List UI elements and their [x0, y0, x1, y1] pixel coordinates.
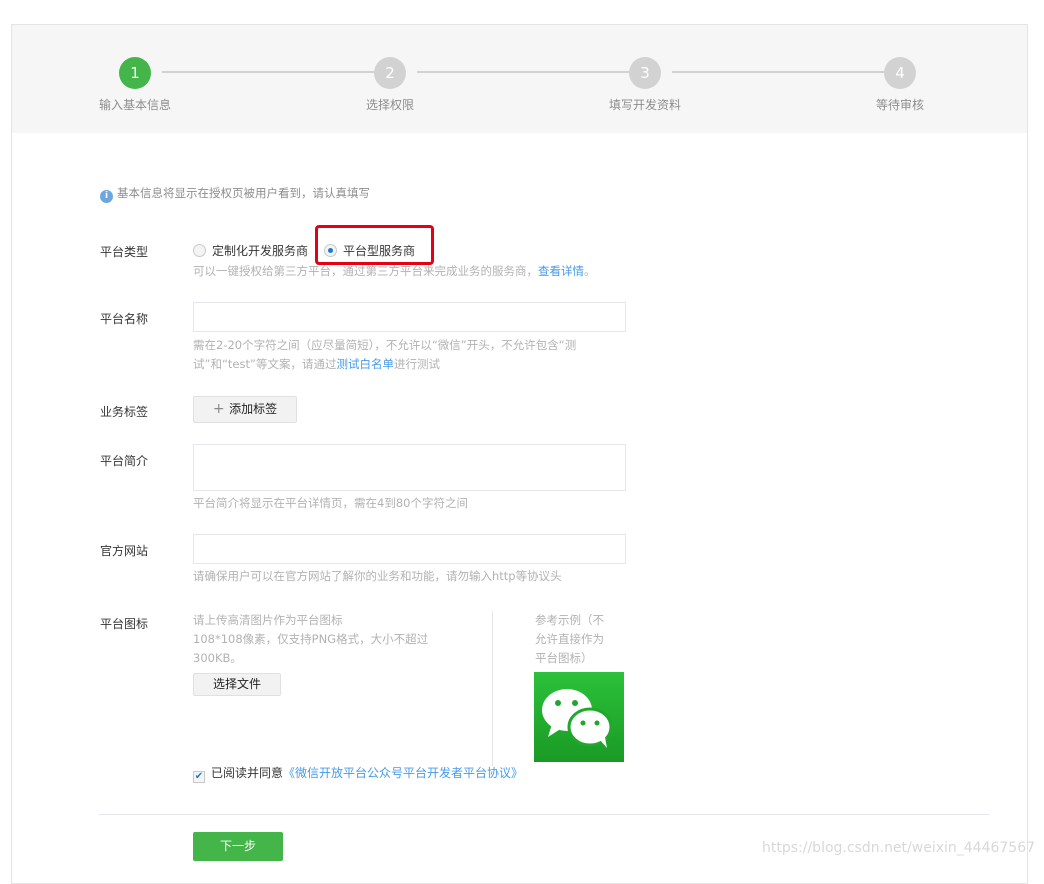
radio-label: 定制化开发服务商 [212, 244, 309, 258]
tip-line: 需在2-20个字符之间（应尽量简短），不允许以“微信”开头，不允许包含“测 [193, 338, 577, 352]
radio-icon[interactable] [193, 244, 206, 257]
watermark: https://blog.csdn.net/weixin_44467567 [762, 840, 1036, 856]
intro-tip: 平台简介将显示在平台详情页，需在4到80个字符之间 [193, 496, 468, 510]
intro-label: 平台简介 [100, 454, 149, 468]
info-icon: i [100, 190, 113, 203]
website-input[interactable] [193, 534, 626, 564]
plus-icon: + [212, 401, 230, 417]
business-tags-label: 业务标签 [100, 405, 149, 419]
footer-divider [99, 814, 990, 815]
radio-custom[interactable]: 定制化开发服务商 [193, 242, 308, 259]
platform-name-tip: 需在2-20个字符之间（应尽量简短），不允许以“微信”开头，不允许包含“测 试”和… [193, 336, 633, 374]
caption-line: 平台图标） [535, 651, 593, 665]
tip-end: 进行测试 [393, 357, 440, 371]
example-caption: 参考示例（不 允许直接作为 平台图标） [535, 611, 604, 668]
highlight-box [315, 225, 434, 265]
step-1-circle: 1 [119, 57, 151, 89]
website-tip: 请确保用户可以在官方网站了解你的业务和功能，请勿输入http等协议头 [193, 569, 562, 583]
notice-text: 基本信息将显示在授权页被用户看到，请认真填写 [117, 186, 370, 200]
desc-line: 108*108像素，仅支持PNG格式，大小不超过 [193, 632, 429, 646]
caption-line: 允许直接作为 [535, 632, 604, 646]
agreement-link[interactable]: 《微信开放平台公众号平台开发者平台协议》 [283, 766, 523, 780]
step-connector [162, 71, 374, 73]
step-connector [417, 71, 629, 73]
test-whitelist-link[interactable]: 测试白名单 [336, 357, 394, 371]
step-2-label: 选择权限 [365, 98, 414, 112]
wechat-example-icon [534, 672, 624, 762]
add-tag-label: 添加标签 [229, 402, 278, 416]
platform-type-label: 平台类型 [100, 245, 149, 259]
platform-type-tip: 可以一键授权给第三方平台，通过第三方平台来完成业务的服务商，查看详情。 [193, 262, 596, 281]
step-3-label: 填写开发资料 [608, 98, 681, 112]
next-step-button[interactable]: 下一步 [193, 832, 283, 861]
step-4-circle: 4 [884, 57, 916, 89]
view-details-link[interactable]: 查看详情 [538, 264, 584, 278]
stepper [12, 25, 1027, 133]
desc-line: 请上传高清图片作为平台图标 [193, 613, 343, 627]
add-tag-button[interactable]: + 添加标签 [193, 396, 297, 423]
tip-end: 。 [584, 264, 596, 278]
tip-text: 可以一键授权给第三方平台，通过第三方平台来完成业务的服务商， [193, 264, 538, 278]
step-4-label: 等待审核 [875, 98, 924, 112]
icon-desc: 请上传高清图片作为平台图标 108*108像素，仅支持PNG格式，大小不超过 300… [193, 611, 428, 668]
choose-file-button[interactable]: 选择文件 [193, 673, 281, 696]
platform-name-label: 平台名称 [100, 312, 149, 326]
step-3-circle: 3 [629, 57, 661, 89]
icon-label: 平台图标 [100, 617, 149, 631]
notice: i 基本信息将显示在授权页被用户看到，请认真填写 [100, 185, 370, 203]
website-label: 官方网站 [100, 544, 149, 558]
tip-line: 试”和“test”等文案，请通过 [193, 357, 337, 371]
agreement: ✔ 已阅读并同意《微信开放平台公众号平台开发者平台协议》 [193, 764, 523, 783]
step-2-circle: 2 [374, 57, 406, 89]
step-connector [672, 71, 884, 73]
desc-line: 300KB。 [193, 651, 242, 665]
platform-name-input[interactable] [193, 302, 626, 332]
intro-textarea[interactable] [193, 444, 626, 491]
agreement-checkbox[interactable]: ✔ [193, 771, 205, 783]
caption-line: 参考示例（不 [535, 613, 604, 627]
step-1-label: 输入基本信息 [98, 98, 171, 112]
divider [492, 611, 493, 766]
agreement-text: 已阅读并同意 [211, 766, 284, 780]
